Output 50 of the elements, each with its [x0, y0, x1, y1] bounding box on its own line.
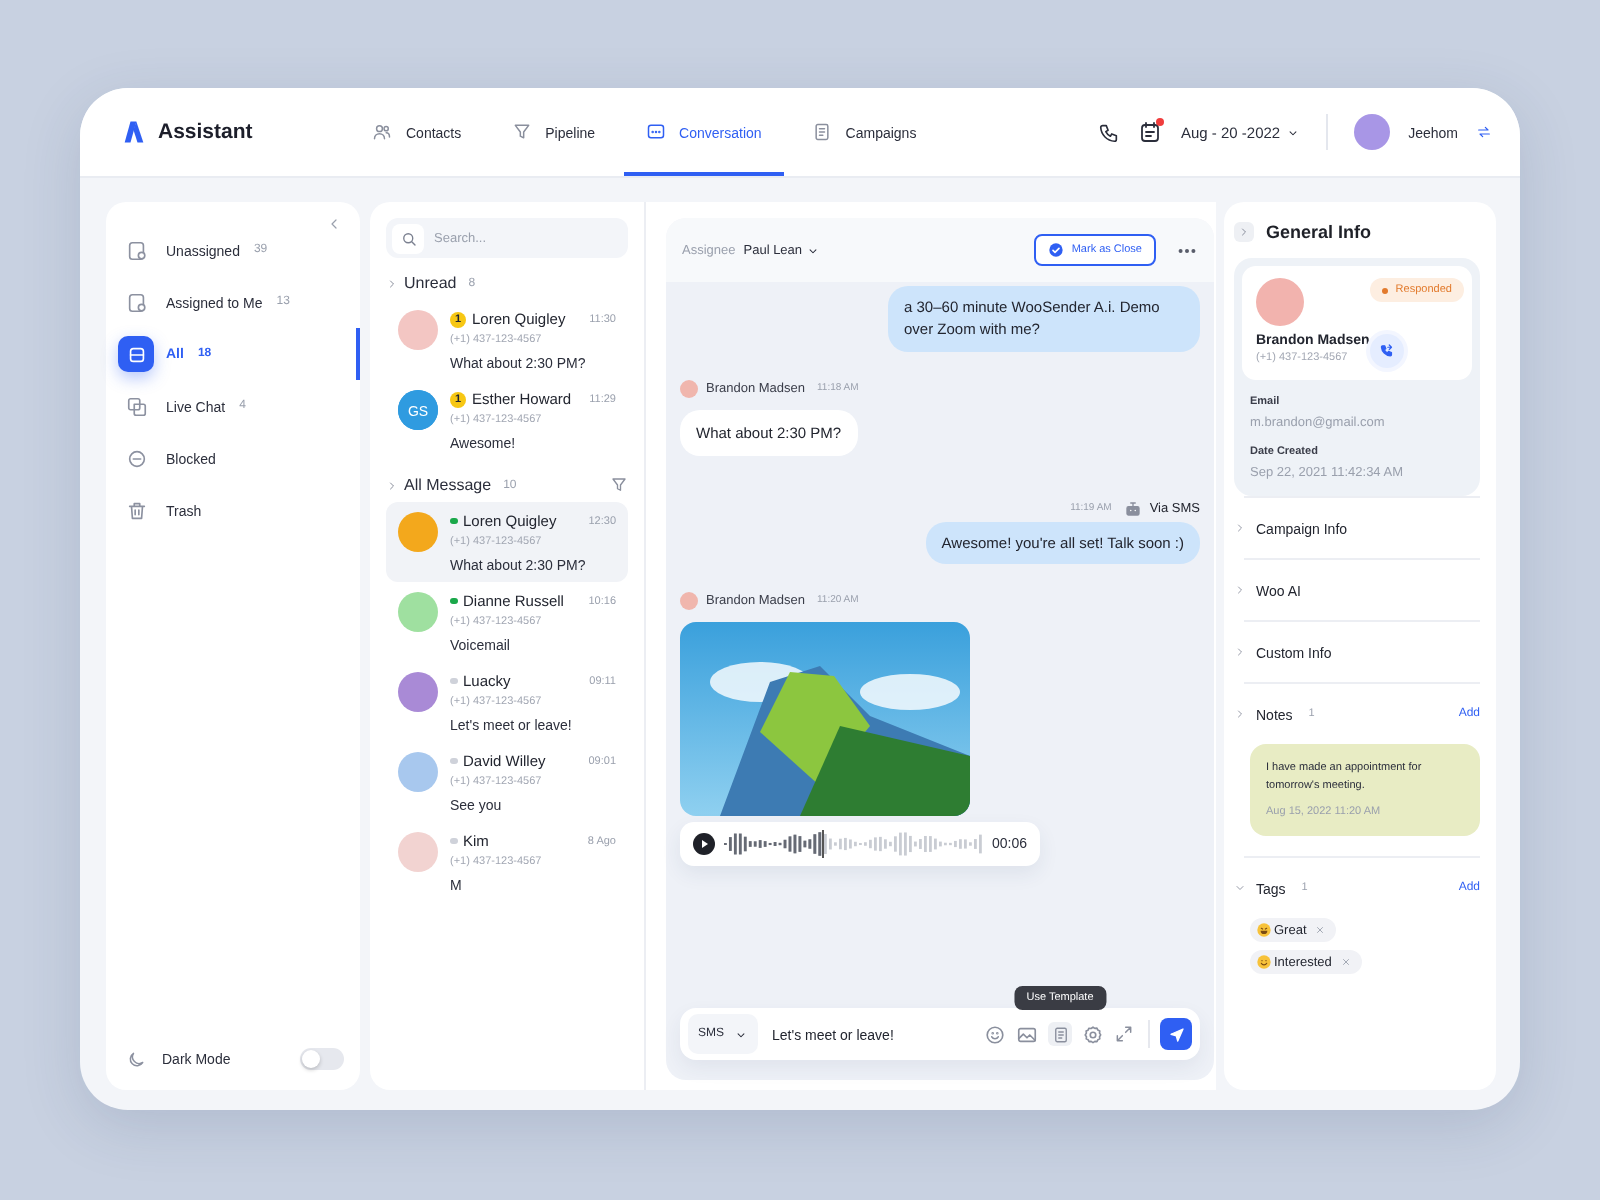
check-icon	[1047, 242, 1064, 258]
chevron-icon	[1238, 226, 1250, 238]
emoji-icon[interactable]	[984, 1023, 1006, 1045]
settings-icon[interactable]	[1082, 1023, 1104, 1045]
image-icon[interactable]	[1016, 1023, 1038, 1045]
robot-icon	[1123, 499, 1142, 517]
grinning-face-icon	[1256, 922, 1272, 939]
search-icon[interactable]	[399, 229, 417, 247]
brand-name: Assistant	[158, 120, 253, 144]
send-icon	[1167, 1025, 1185, 1043]
chevron-icon[interactable]	[386, 277, 398, 289]
chevron-icon[interactable]	[386, 479, 398, 491]
panel-title: General Info	[1266, 222, 1372, 242]
filter-icon[interactable]	[610, 476, 628, 494]
avatar	[680, 591, 698, 610]
group-title: All Message	[404, 476, 492, 494]
play-icon[interactable]	[692, 831, 716, 856]
remove-icon[interactable]	[1314, 924, 1327, 937]
remove-icon[interactable]	[1339, 956, 1352, 969]
moon-icon	[126, 1049, 146, 1069]
collapse-icon[interactable]	[326, 216, 342, 232]
funnel-icon	[511, 122, 532, 142]
phone-icon[interactable]	[1098, 121, 1121, 143]
phone-icon	[1377, 342, 1396, 360]
swap-icon[interactable]	[1476, 124, 1492, 140]
avatar	[1354, 114, 1391, 150]
avatar	[1256, 278, 1304, 326]
send-button[interactable]	[1160, 1018, 1192, 1050]
tablet-icon	[125, 239, 147, 261]
group-title: Unread	[404, 274, 457, 292]
caret-icon	[1286, 125, 1301, 139]
avatar	[680, 379, 698, 397]
document-icon	[811, 122, 832, 142]
block-icon	[125, 447, 147, 469]
trash-icon	[125, 499, 147, 521]
caret-icon	[806, 243, 821, 257]
inbox-icon	[125, 343, 147, 365]
caret-icon	[734, 1027, 749, 1041]
expand-icon[interactable]	[1114, 1024, 1134, 1044]
chat-icon	[645, 122, 666, 142]
logo-icon	[120, 118, 148, 146]
tablet-icon	[125, 291, 147, 313]
call-button[interactable]	[1369, 334, 1404, 368]
smiling-face-icon	[1256, 954, 1272, 971]
contacts-icon	[372, 122, 392, 142]
document-icon	[1051, 1025, 1069, 1043]
chat-windows-icon	[125, 395, 147, 417]
toggle-switch[interactable]	[300, 1048, 344, 1070]
calendar-icon[interactable]	[1138, 120, 1163, 144]
expand-button[interactable]	[1234, 222, 1254, 242]
